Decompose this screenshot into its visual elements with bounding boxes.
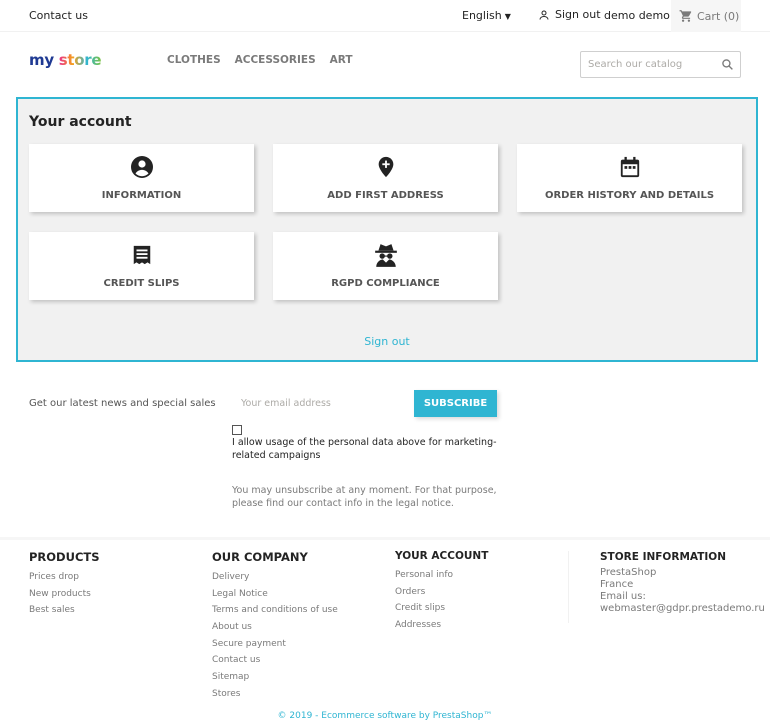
copyright-link[interactable]: © 2019 - Ecommerce software by PrestaSho…	[0, 711, 770, 721]
nav-clothes[interactable]: CLOTHES	[167, 54, 221, 66]
account-user-link[interactable]: demo demo	[604, 9, 670, 22]
add-location-icon	[373, 154, 399, 180]
footer-link-secure-payment[interactable]: Secure payment	[212, 636, 338, 653]
nav-art[interactable]: ART	[330, 54, 353, 66]
sign-out-label: Sign out	[555, 8, 601, 21]
nav-accessories[interactable]: ACCESSORIES	[235, 54, 316, 66]
footer-link-new-products[interactable]: New products	[29, 586, 100, 603]
footer-link-credit-slips[interactable]: Credit slips	[395, 600, 488, 617]
tile-label: CREDIT SLIPS	[103, 278, 180, 289]
footer-link-about-us[interactable]: About us	[212, 619, 338, 636]
store-country: France	[600, 579, 634, 590]
subscribe-button[interactable]: SUBSCRIBE	[414, 390, 497, 417]
newsletter-label: Get our latest news and special sales	[29, 398, 216, 409]
language-label: English	[462, 9, 502, 22]
top-bar: Contact us English ▼ Sign out demo demo C…	[0, 0, 770, 32]
tile-order-history[interactable]: ORDER HISTORY AND DETAILS	[517, 144, 742, 212]
tile-add-first-address[interactable]: ADD FIRST ADDRESS	[273, 144, 498, 212]
footer-divider	[0, 537, 770, 540]
cart-icon	[679, 10, 692, 22]
footer-link-addresses[interactable]: Addresses	[395, 617, 488, 634]
store-name: PrestaShop	[600, 567, 657, 578]
footer-link-prices-drop[interactable]: Prices drop	[29, 569, 100, 586]
consent-label: I allow usage of the personal data above…	[232, 437, 497, 461]
search-box	[580, 51, 741, 78]
footer-your-account: YOUR ACCOUNT Personal info Orders Credit…	[395, 550, 488, 634]
search-input[interactable]	[581, 52, 711, 77]
cart-button[interactable]: Cart (0)	[671, 0, 741, 32]
footer-products-title: PRODUCTS	[29, 550, 100, 564]
incognito-icon	[373, 242, 399, 268]
unsubscribe-note: You may unsubscribe at any moment. For t…	[232, 485, 497, 509]
tile-information[interactable]: INFORMATION	[29, 144, 254, 212]
language-selector[interactable]: English ▼	[462, 9, 511, 22]
store-logo[interactable]: my store	[29, 51, 102, 69]
footer-account-title: YOUR ACCOUNT	[395, 550, 489, 562]
tile-label: ADD FIRST ADDRESS	[327, 190, 444, 201]
user-icon	[539, 10, 549, 20]
logo-text-my: my	[29, 51, 54, 69]
footer-link-personal-info[interactable]: Personal info	[395, 567, 488, 584]
footer-link-legal-notice[interactable]: Legal Notice	[212, 586, 338, 603]
store-email-label: Email us:	[600, 591, 646, 602]
store-info-title: STORE INFORMATION	[600, 551, 726, 563]
footer-link-terms[interactable]: Terms and conditions of use	[212, 602, 338, 619]
caret-down-icon: ▼	[504, 12, 511, 21]
tile-label: INFORMATION	[101, 190, 182, 201]
search-icon[interactable]	[721, 58, 734, 71]
tile-label: ORDER HISTORY AND DETAILS	[544, 190, 715, 201]
footer-link-stores[interactable]: Stores	[212, 686, 338, 703]
page-title: Your account	[29, 114, 132, 130]
footer-store-info: STORE INFORMATION PrestaShop France Emai…	[568, 551, 770, 623]
footer-link-best-sales[interactable]: Best sales	[29, 602, 100, 619]
footer-link-orders[interactable]: Orders	[395, 584, 488, 601]
receipt-icon	[129, 242, 155, 268]
main-nav: CLOTHES ACCESSORIES ART	[167, 54, 353, 66]
contact-us-link[interactable]: Contact us	[29, 9, 88, 22]
top-sign-out-link[interactable]: Sign out	[538, 8, 601, 21]
footer-company-title: OUR COMPANY	[212, 550, 308, 564]
header: my store CLOTHES ACCESSORIES ART	[0, 32, 770, 97]
consent-checkbox[interactable]	[232, 425, 242, 435]
store-email-link[interactable]: webmaster@gdpr.prestademo.ru	[600, 603, 770, 615]
footer-products: PRODUCTS Prices drop New products Best s…	[29, 550, 100, 619]
footer-link-sitemap[interactable]: Sitemap	[212, 669, 338, 686]
account-circle-icon	[129, 154, 155, 180]
tile-label: RGPD COMPLIANCE	[331, 278, 440, 289]
account-sign-out-link[interactable]: Sign out	[18, 335, 756, 348]
tile-rgpd-compliance[interactable]: RGPD COMPLIANCE	[273, 232, 498, 300]
footer-link-delivery[interactable]: Delivery	[212, 569, 338, 586]
newsletter-email-input[interactable]	[232, 391, 412, 416]
footer-link-contact-us[interactable]: Contact us	[212, 652, 338, 669]
cart-label: Cart (0)	[697, 9, 740, 23]
account-section: Your account INFORMATION ADD FIRST ADDRE…	[16, 97, 758, 362]
tile-credit-slips[interactable]: CREDIT SLIPS	[29, 232, 254, 300]
calendar-icon	[617, 154, 643, 180]
logo-text-store: store	[58, 51, 102, 69]
footer-company: OUR COMPANY Delivery Legal Notice Terms …	[212, 550, 338, 703]
